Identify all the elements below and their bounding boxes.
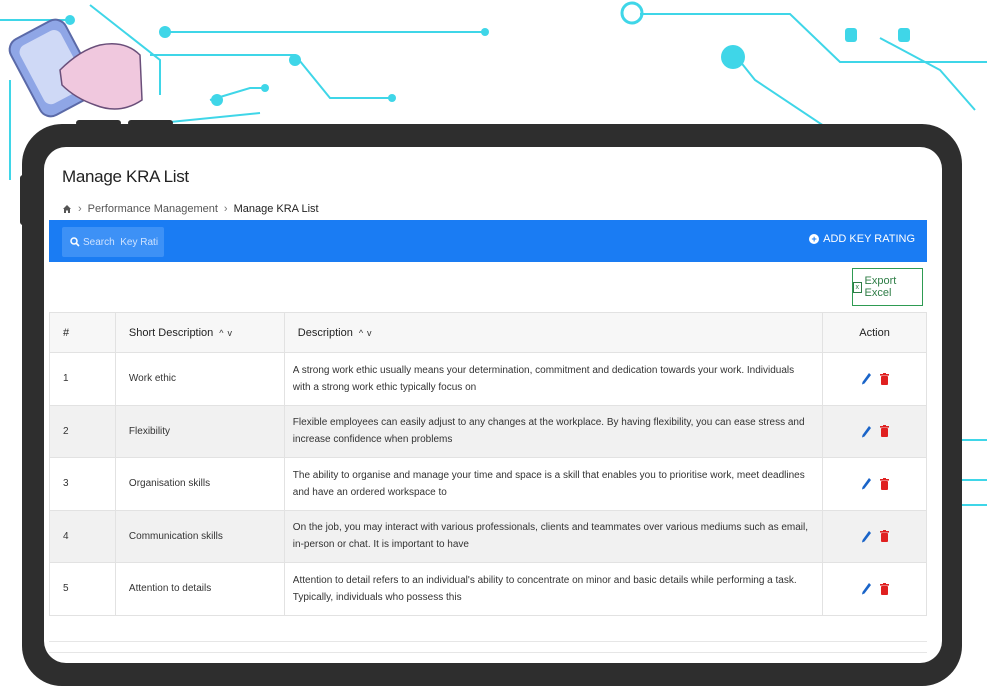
add-key-rating-label: ADD KEY RATING	[823, 233, 915, 245]
export-excel-label: Export Excel	[864, 275, 897, 299]
sort-icon[interactable]: ^v	[219, 328, 236, 338]
header-action: Action	[822, 312, 927, 353]
trash-icon[interactable]	[879, 582, 889, 595]
table-row: 4 Communication skills On the job, you may…	[49, 509, 927, 563]
home-icon[interactable]	[62, 204, 72, 214]
row-description: A strong work ethic usually means your d…	[283, 352, 824, 406]
row-short-description: Work ethic	[114, 352, 285, 406]
trash-icon[interactable]	[879, 372, 889, 385]
row-actions	[822, 509, 927, 563]
tablet-top-button	[76, 120, 121, 126]
add-key-rating-button[interactable]: + ADD KEY RATING	[809, 233, 915, 245]
row-index: 3	[49, 457, 116, 511]
description-line: The ability to organise and manage your …	[292, 469, 805, 498]
ring-icon	[620, 1, 644, 25]
app-content: Manage KRA List › Performance Management…	[49, 147, 927, 663]
row-short-description: Attention to details	[114, 562, 285, 616]
header-index: #	[49, 312, 116, 353]
row-actions	[822, 457, 927, 511]
search-icon	[70, 237, 80, 247]
description-line: A strong work ethic usually means your d…	[292, 364, 795, 393]
tablet-camera	[20, 175, 26, 225]
row-description: Attention to detail refers to an individ…	[283, 562, 824, 616]
toolbar: + ADD KEY RATING	[49, 220, 927, 262]
row-short-description: Flexibility	[114, 404, 285, 458]
row-index: 4	[49, 509, 116, 563]
sort-icon[interactable]: ^v	[359, 328, 376, 338]
trash-icon[interactable]	[879, 530, 889, 543]
pencil-icon[interactable]	[861, 582, 872, 595]
row-actions	[822, 352, 927, 406]
table-row: 1 Work ethic A strong work ethic usually m…	[49, 352, 927, 406]
header-description[interactable]: Description ^v	[283, 312, 824, 353]
table-footer	[49, 641, 927, 653]
breadcrumb-current: Manage KRA List	[233, 203, 319, 215]
plus-circle-icon: +	[809, 234, 820, 244]
excel-icon: x	[853, 281, 862, 293]
trash-icon[interactable]	[879, 477, 889, 490]
breadcrumb: › Performance Management › Manage KRA Li…	[62, 203, 319, 215]
row-description: On the job, you may interact with variou…	[283, 509, 824, 563]
row-description: The ability to organise and manage your …	[283, 457, 824, 511]
chevron-right-icon: ›	[78, 203, 82, 215]
pencil-icon[interactable]	[861, 372, 872, 385]
row-index: 1	[49, 352, 116, 406]
header-short-description[interactable]: Short Description ^v	[114, 312, 285, 353]
row-short-description: Organisation skills	[114, 457, 285, 511]
search-box[interactable]	[62, 227, 164, 257]
description-line: Attention to detail refers to an individ…	[292, 574, 797, 603]
table-row: 5 Attention to details Attention to detail…	[49, 562, 927, 616]
table-row: 3 Organisation skills The ability to organ…	[49, 457, 927, 511]
chevron-right-icon: ›	[223, 203, 228, 215]
pencil-icon[interactable]	[861, 477, 872, 490]
search-input[interactable]	[83, 236, 158, 248]
pencil-icon[interactable]	[861, 530, 872, 543]
table-header-row: # Short Description ^v Description ^v Acti…	[49, 312, 927, 353]
tablet-screen: Manage KRA List › Performance Management…	[44, 147, 942, 663]
row-short-description: Communication skills	[114, 509, 285, 563]
row-description: Flexible employees can easily adjust to …	[283, 404, 824, 458]
description-line: Flexible employees can easily adjust to …	[292, 417, 805, 446]
pencil-icon[interactable]	[861, 425, 872, 438]
row-index: 2	[49, 404, 116, 458]
description-line: On the job, you may interact with variou…	[292, 522, 809, 551]
row-index: 5	[49, 562, 116, 616]
hand-phone-icon	[8, 18, 143, 118]
trash-icon[interactable]	[879, 425, 889, 438]
row-actions	[822, 562, 927, 616]
tablet-top-button	[128, 120, 173, 126]
export-excel-button[interactable]: x Export Excel	[852, 268, 923, 306]
kra-table: # Short Description ^v Description ^v Acti…	[49, 312, 927, 616]
table-row: 2 Flexibility Flexible employees can easil…	[49, 404, 927, 458]
breadcrumb-performance-management[interactable]: Performance Management	[88, 203, 218, 215]
page-title: Manage KRA List	[62, 167, 189, 186]
row-actions	[822, 404, 927, 458]
